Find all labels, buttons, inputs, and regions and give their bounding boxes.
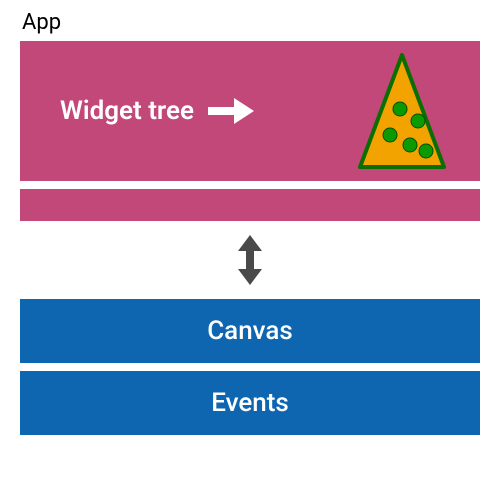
app-label: App — [20, 10, 480, 35]
canvas-layer: Canvas — [20, 299, 480, 363]
bidirectional-arrow-icon — [20, 221, 480, 299]
pizza-slice-icon — [354, 51, 450, 177]
arrow-right-icon — [208, 98, 254, 124]
canvas-label: Canvas — [207, 316, 293, 346]
widget-tree-label: Widget tree — [60, 96, 194, 126]
events-layer: Events — [20, 371, 480, 435]
widget-tree-layer: Widget tree — [20, 41, 480, 181]
widget-tree-sublayer — [20, 189, 480, 221]
events-label: Events — [211, 388, 289, 418]
